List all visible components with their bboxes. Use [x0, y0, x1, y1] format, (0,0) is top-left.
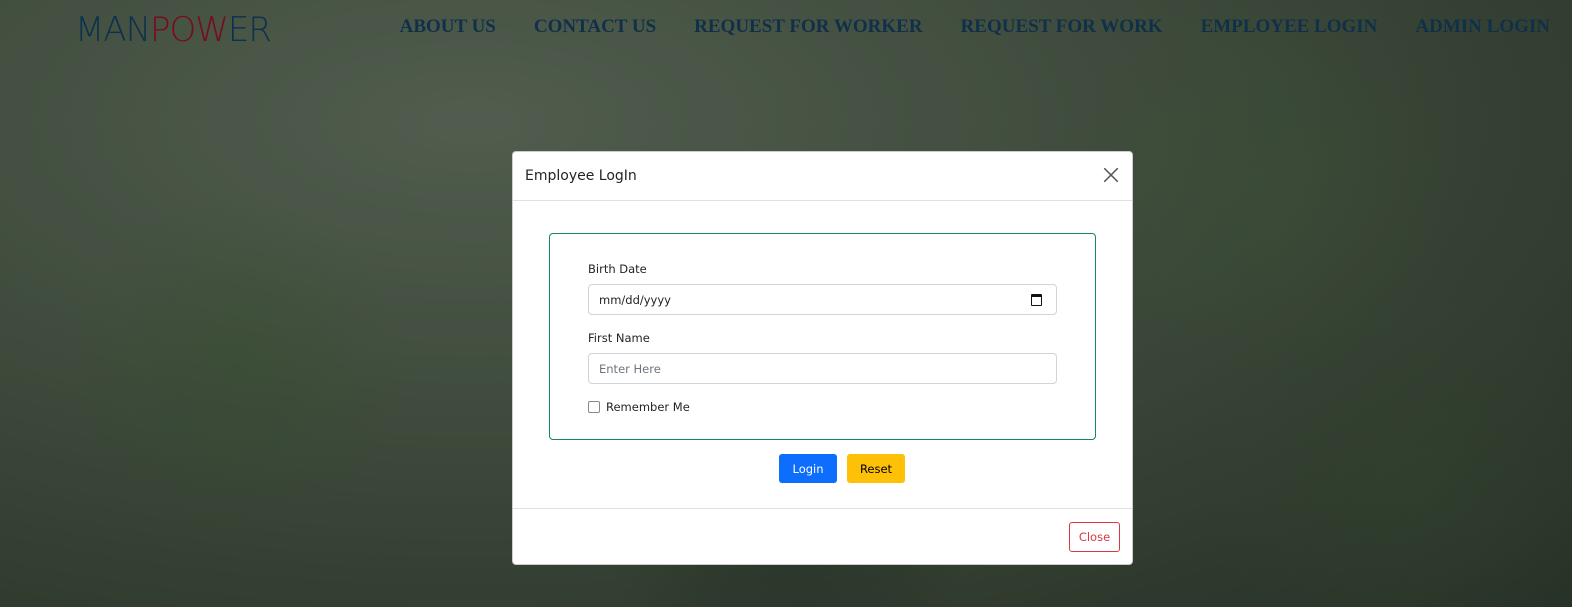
employee-login-modal: Employee LogIn Birth Date mm/dd/yyyy Fir…: [512, 151, 1133, 565]
birth-date-label: Birth Date: [588, 262, 647, 276]
login-form: Birth Date mm/dd/yyyy First Name Enter H…: [549, 233, 1096, 440]
birth-date-input[interactable]: mm/dd/yyyy: [588, 284, 1057, 315]
first-name-label: First Name: [588, 331, 650, 345]
birth-date-value: mm/dd/yyyy: [599, 292, 671, 307]
remember-me-checkbox[interactable]: Remember Me: [588, 400, 690, 414]
close-icon[interactable]: [1102, 166, 1120, 184]
first-name-placeholder: Enter Here: [599, 361, 661, 376]
calendar-icon[interactable]: [1031, 294, 1042, 306]
modal-footer-divider: [513, 508, 1132, 509]
modal-header: Employee LogIn: [513, 152, 1132, 201]
remember-me-label: Remember Me: [606, 400, 690, 414]
checkbox-icon[interactable]: [588, 401, 600, 413]
modal-title: Employee LogIn: [525, 168, 637, 184]
first-name-input[interactable]: Enter Here: [588, 353, 1057, 384]
login-button[interactable]: Login: [779, 454, 837, 483]
reset-button[interactable]: Reset: [847, 454, 905, 483]
close-button[interactable]: Close: [1069, 522, 1120, 552]
